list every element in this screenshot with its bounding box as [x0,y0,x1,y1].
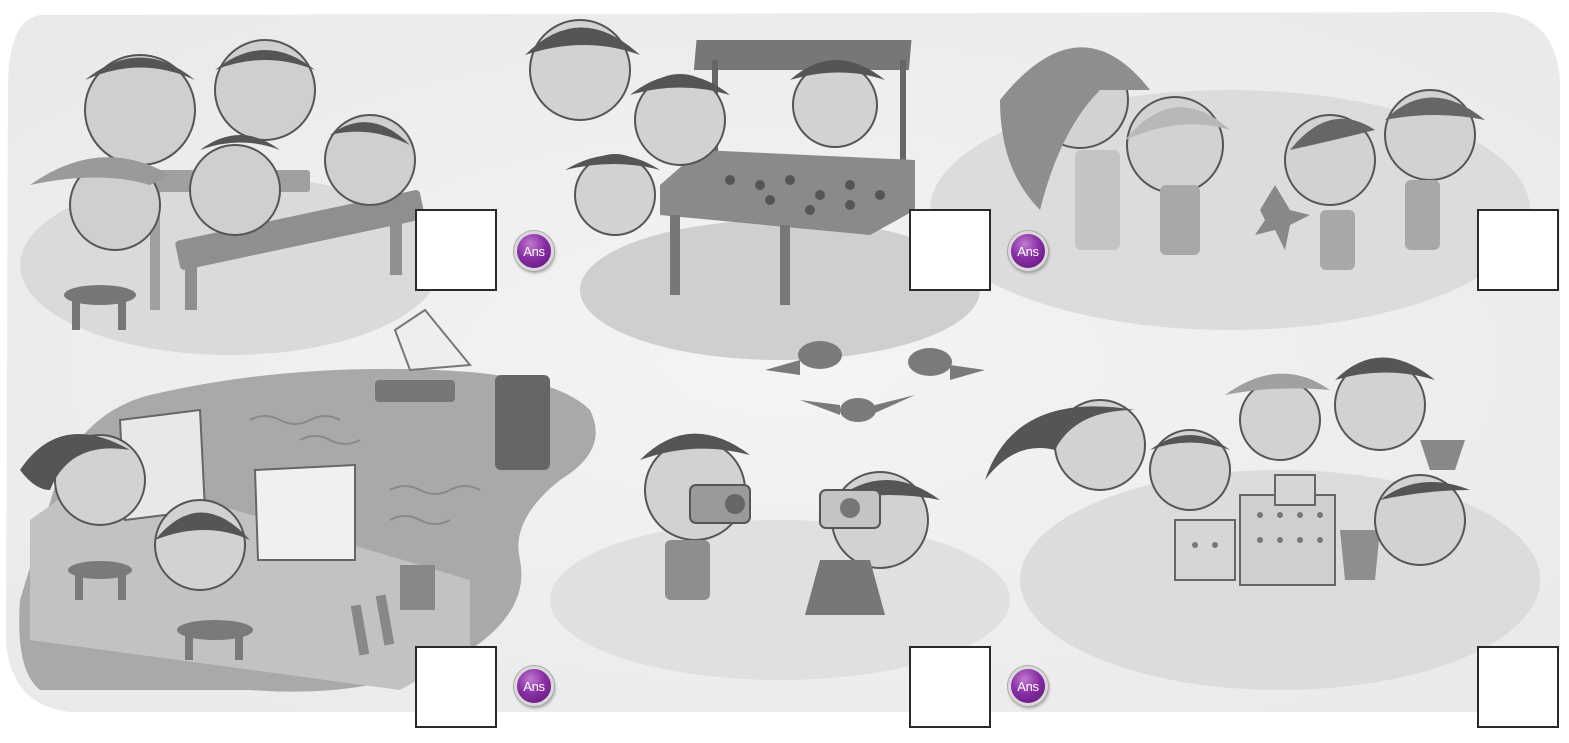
answer-box-painting[interactable] [415,646,497,728]
answer-box-sandcastle[interactable] [1477,646,1559,728]
ans-button-bottom-right[interactable]: Ans [1008,666,1048,706]
illustration-background [6,12,1560,712]
answer-box-starfish[interactable] [1477,209,1559,291]
ans-button-top-middle[interactable]: Ans [514,231,554,271]
answer-box-shell-stall[interactable] [909,209,991,291]
ans-button-top-right[interactable]: Ans [1008,231,1048,271]
answer-box-photos[interactable] [909,646,991,728]
ans-button-bottom-middle[interactable]: Ans [514,666,554,706]
answer-box-picnic[interactable] [415,209,497,291]
worksheet-canvas: Ans Ans Ans Ans [0,0,1569,743]
